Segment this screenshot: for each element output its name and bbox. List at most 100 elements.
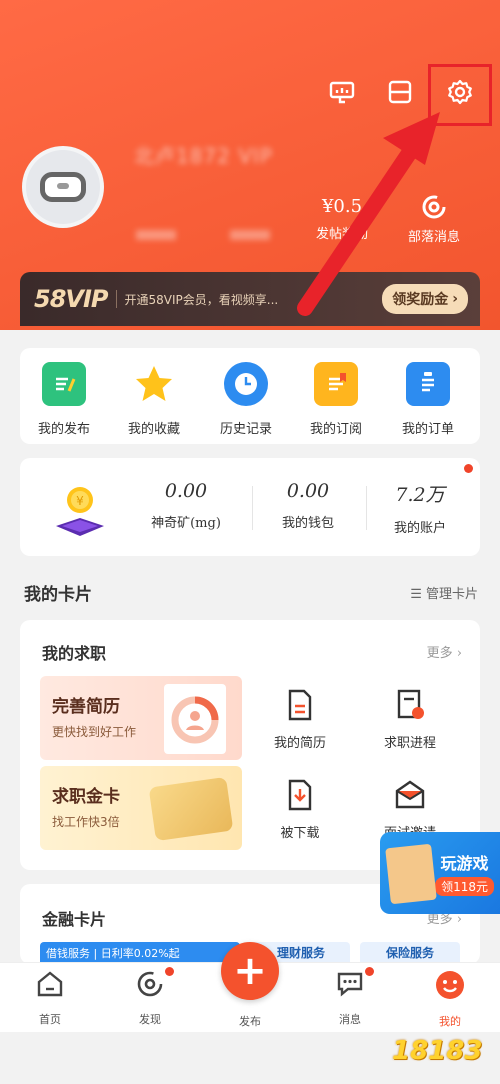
message-bubble-icon [315,969,385,1003]
discover-icon [115,969,185,1003]
scan-icon[interactable] [380,72,420,112]
game-title: 玩游戏 [440,854,489,873]
account-stat[interactable]: 7.2万 我的账户 [360,480,480,536]
quick-item-subscriptions[interactable]: 我的订阅 [290,362,382,437]
quick-access-card: 我的发布 我的收藏 历史记录 我的订阅 我的订单 [20,348,480,444]
more-label: 更多 [426,912,453,927]
mining-label: 神奇矿(mg) [151,516,221,531]
vip-logo: 58VIP [34,285,108,313]
finance-tag-label: 保险服务 [385,946,434,960]
avatar[interactable] [22,146,104,228]
notification-dot [365,967,374,976]
finance-tag-label: 理财服务 [276,946,325,960]
finance-tag-label: 借钱服务 | 日利率0.02%起 [46,947,180,960]
post-edit-icon [42,362,86,406]
nav-messages[interactable]: 消息 [315,967,385,1027]
nav-label: 消息 [339,1013,361,1026]
quick-item-history[interactable]: 历史记录 [200,362,292,437]
notification-dot [165,967,174,976]
post-reward-stat[interactable]: ¥0.5 发帖奖励 [302,196,382,242]
notification-dot [464,464,473,473]
smiley-face-icon [415,969,485,1005]
job-item-progress[interactable]: 求职进程 [360,688,460,751]
job-item-downloaded[interactable]: 被下载 [250,778,350,841]
tribe-messages-label: 部落消息 [407,230,460,245]
progress-doc-icon [393,688,427,722]
svg-text:¥: ¥ [76,494,84,508]
quick-label: 我的发布 [37,422,90,437]
nav-me[interactable]: 我的 [415,969,485,1029]
vip-text: 开通58VIP会员，看视频享... [124,292,279,307]
resume-progress-icon [164,684,226,754]
claim-reward-button[interactable]: 领奖励金 › [382,284,468,314]
gold-coin-icon: ¥ [52,482,108,538]
account-value: 7.2万 [395,484,445,506]
watermark: 18183 [392,1036,483,1066]
job-card-title: 我的求职 [42,644,107,663]
list-icon: ☰ [410,587,426,602]
publish-plus-button[interactable]: + [221,942,279,1000]
plus-icon: + [233,948,267,994]
play-game-banner[interactable]: 玩游戏 领118元 [380,832,500,914]
post-reward-label: 发帖奖励 [315,227,368,242]
finance-tag-insurance[interactable]: 保险服务 [360,942,460,962]
nav-publish[interactable]: 发布 [215,1005,285,1029]
mining-value: 0.00 [164,480,208,502]
wallet-card: ¥ 0.00 神奇矿(mg) 0.00 我的钱包 7.2万 我的账户 [20,458,480,556]
order-clipboard-icon [406,362,450,406]
quick-label: 我的订阅 [309,422,362,437]
finance-card-title: 金融卡片 [42,910,107,929]
job-item-resume[interactable]: 我的简历 [250,688,350,751]
resume-doc-icon [283,688,317,722]
more-label: 更多 [426,646,453,661]
vip-banner[interactable]: 58VIP 开通58VIP会员，看视频享... 领奖励金 › [20,272,480,326]
blurred-stat [230,230,270,240]
finance-tag-loan[interactable]: 借钱服务 | 日利率0.02%起 [40,942,240,962]
nav-discover[interactable]: 发现 [115,967,185,1027]
quick-label: 我的订单 [401,422,454,437]
claim-reward-label: 领奖励金 [392,292,449,308]
wallet-label: 我的钱包 [281,516,334,531]
account-label: 我的账户 [393,521,446,536]
nav-home[interactable]: 首页 [15,969,85,1027]
nav-label: 发布 [239,1015,261,1028]
tribe-messages-stat[interactable]: 部落消息 [394,194,474,245]
job-item-label: 我的简历 [273,736,326,751]
gift-box-icon [385,843,437,905]
highlight-box [428,64,492,126]
quick-item-orders[interactable]: 我的订单 [382,362,474,437]
quick-label: 我的收藏 [127,422,180,437]
nav-label: 发现 [139,1013,161,1026]
job-gold-card-promo[interactable]: 求职金卡 找工作快3倍 [40,766,242,850]
post-reward-value: ¥0.5 [321,196,363,217]
clock-icon [224,362,268,406]
complete-resume-promo[interactable]: 完善简历 更快找到好工作 [40,676,242,760]
cards-section-title: 我的卡片 [24,585,92,605]
manage-cards-label: 管理卡片 [425,587,478,602]
wallet-value: 0.00 [286,480,330,502]
gold-card-icon [148,776,234,842]
username: 北卢1872 VIP [134,144,273,168]
chevron-right-icon: › [456,646,462,661]
divider [115,290,117,308]
mining-stat[interactable]: 0.00 神奇矿(mg) [126,480,246,531]
job-item-label: 被下载 [280,826,320,841]
game-reward: 领118元 [435,877,494,896]
wallet-stat[interactable]: 0.00 我的钱包 [248,480,368,531]
nav-label: 我的 [439,1015,461,1028]
manage-cards-link[interactable]: ☰ 管理卡片 [410,583,478,602]
quick-label: 历史记录 [219,422,272,437]
quick-item-favorites[interactable]: 我的收藏 [108,362,200,437]
subscription-book-icon [314,362,358,406]
home-icon [15,969,85,1003]
download-doc-icon [283,778,317,812]
blurred-stat [136,230,176,240]
quick-item-my-posts[interactable]: 我的发布 [18,362,110,437]
chevron-right-icon: › [456,912,462,927]
job-item-label: 求职进程 [383,736,436,751]
discover-icon [394,194,474,220]
envelope-icon [393,778,427,812]
job-more-link[interactable]: 更多 › [427,642,462,661]
nav-label: 首页 [39,1013,61,1026]
customer-service-icon[interactable] [322,72,362,112]
